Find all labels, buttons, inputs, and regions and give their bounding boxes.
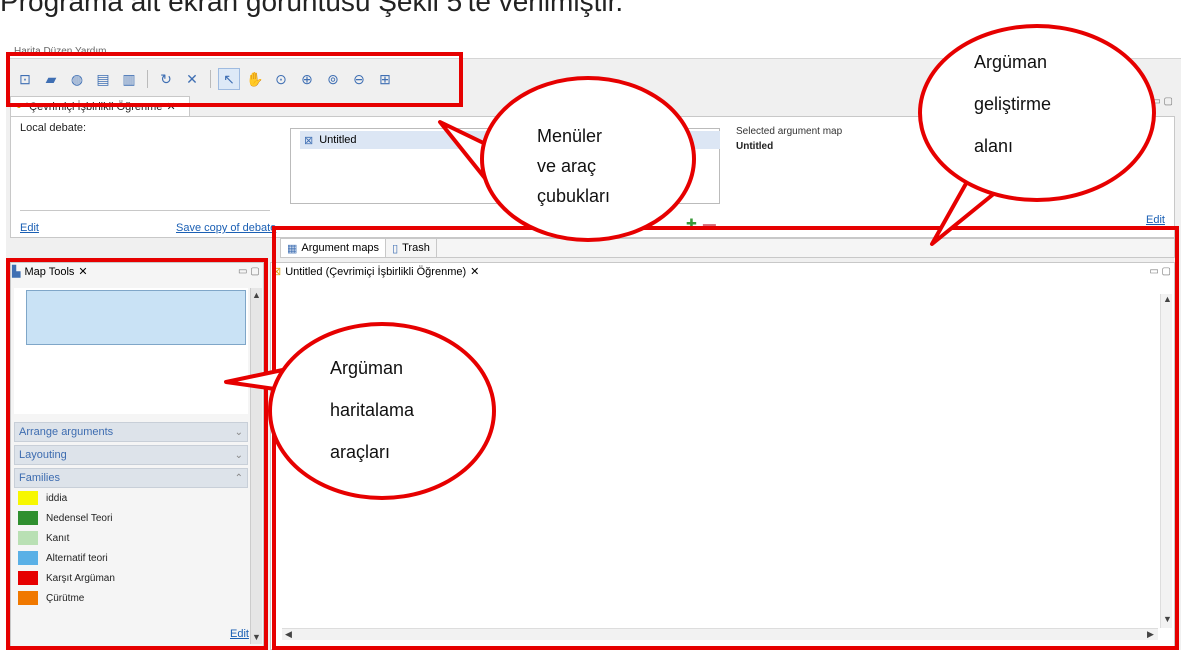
callout-text: ve araç <box>537 156 597 176</box>
callout-text: Argüman <box>974 52 1048 72</box>
callout-text: araçları <box>330 442 391 462</box>
callout-text: alanı <box>974 136 1014 156</box>
callout-text: haritalama <box>330 400 415 420</box>
callout-text: Argüman <box>330 358 404 378</box>
callout-text: Menüler <box>537 126 603 146</box>
callout-text: çubukları <box>537 186 611 206</box>
callout-text: geliştirme <box>974 94 1052 114</box>
